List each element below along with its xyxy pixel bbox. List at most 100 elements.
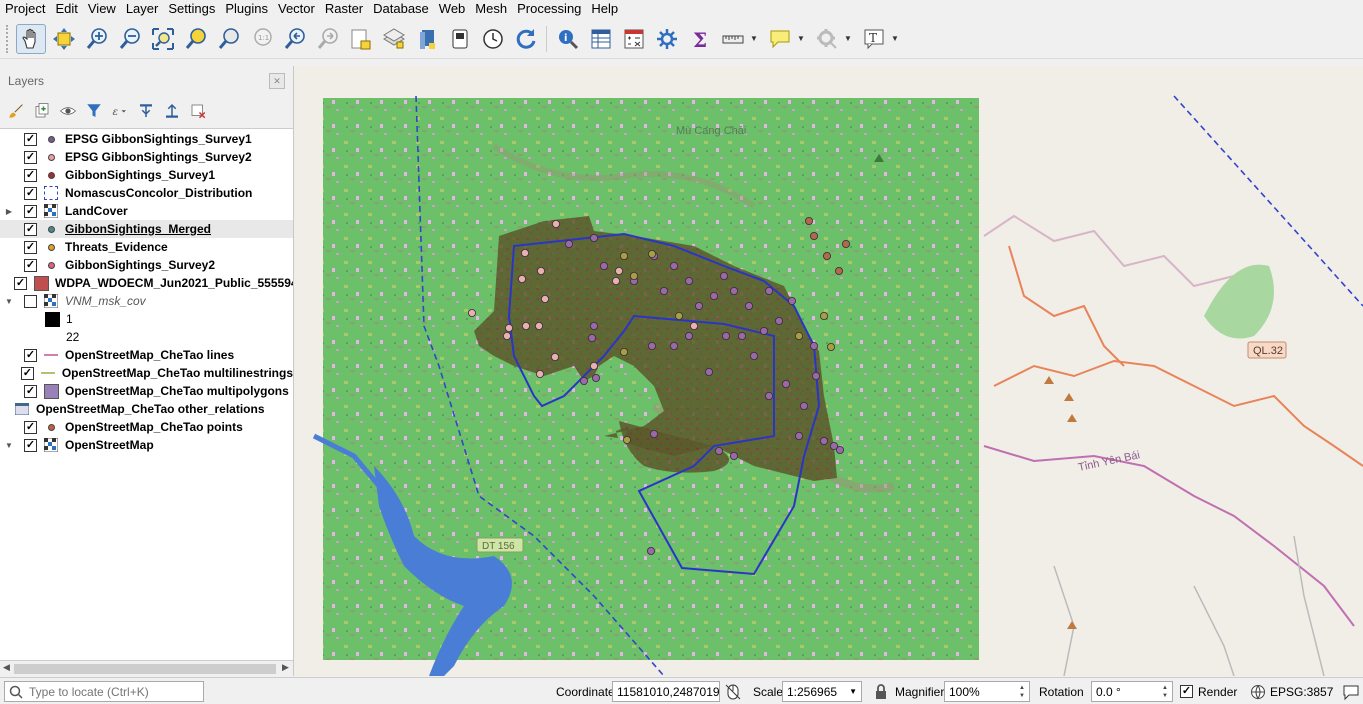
select-dropdown[interactable]: ▼ xyxy=(843,34,853,43)
layer-row[interactable]: ▶ LandCover xyxy=(0,202,293,220)
layer-visibility-checkbox[interactable] xyxy=(14,276,27,290)
layer-row[interactable]: NomascusConcolor_Distribution xyxy=(0,184,293,202)
sighting-point-marker[interactable] xyxy=(614,266,623,275)
menu-vector[interactable]: Vector xyxy=(273,0,320,18)
add-group-button[interactable] xyxy=(32,101,52,121)
sighting-point-marker[interactable] xyxy=(550,352,559,361)
collapse-arrow-icon[interactable]: ▼ xyxy=(4,441,14,450)
new-bookmark-button[interactable] xyxy=(346,24,376,54)
menu-view[interactable]: View xyxy=(83,0,121,18)
sighting-point-marker[interactable] xyxy=(629,271,638,280)
menu-web[interactable]: Web xyxy=(434,0,471,18)
statistics-button[interactable]: Σ xyxy=(685,24,715,54)
sighting-point-marker[interactable] xyxy=(794,431,803,440)
sighting-point-marker[interactable] xyxy=(674,311,683,320)
pan-to-selection-button[interactable] xyxy=(49,24,79,54)
sighting-point-marker[interactable] xyxy=(504,323,513,332)
render-checkbox[interactable] xyxy=(1180,685,1193,698)
sighting-point-marker[interactable] xyxy=(564,239,573,248)
sighting-point-marker[interactable] xyxy=(669,261,678,270)
sighting-point-marker[interactable] xyxy=(744,301,753,310)
menu-settings[interactable]: Settings xyxy=(163,0,220,18)
rotation-spinbox[interactable]: 0.0 ° ▲ ▼ xyxy=(1091,681,1173,702)
menu-layer[interactable]: Layer xyxy=(121,0,164,18)
measure-button[interactable] xyxy=(718,24,748,54)
sighting-point-marker[interactable] xyxy=(721,331,730,340)
scroll-right-icon[interactable]: ▶ xyxy=(282,662,289,673)
sighting-point-marker[interactable] xyxy=(827,342,836,351)
layer-visibility-checkbox[interactable] xyxy=(24,384,37,398)
layer-visibility-checkbox[interactable] xyxy=(24,186,37,200)
sighting-point-marker[interactable] xyxy=(619,347,628,356)
messages-button[interactable] xyxy=(1342,681,1360,702)
zoom-next-button[interactable] xyxy=(313,24,343,54)
sighting-point-marker[interactable] xyxy=(787,296,796,305)
show-bookmarks-button[interactable] xyxy=(379,24,409,54)
sighting-point-marker[interactable] xyxy=(842,239,851,248)
layer-row[interactable]: OpenStreetMap_CheTao multilinestrings xyxy=(0,364,293,382)
layer-row[interactable]: ▼ VNM_msk_cov xyxy=(0,292,293,310)
sighting-point-marker[interactable] xyxy=(774,316,783,325)
layer-visibility-checkbox[interactable] xyxy=(24,348,37,362)
locator-input[interactable] xyxy=(29,684,199,699)
sighting-point-marker[interactable] xyxy=(719,271,728,280)
locator-bar[interactable] xyxy=(4,681,204,702)
filter-by-expression-button[interactable]: ε xyxy=(110,101,130,121)
sighting-point-marker[interactable] xyxy=(729,286,738,295)
sighting-point-marker[interactable] xyxy=(704,367,713,376)
sighting-point-marker[interactable] xyxy=(599,261,608,270)
legend-item[interactable]: 1 xyxy=(0,310,293,328)
layer-row[interactable]: ▼ OpenStreetMap xyxy=(0,436,293,454)
layer-visibility-checkbox[interactable] xyxy=(24,222,37,236)
annotation-button[interactable] xyxy=(765,24,795,54)
sighting-point-marker[interactable] xyxy=(520,248,529,257)
sighting-point-marker[interactable] xyxy=(649,429,658,438)
layer-row[interactable]: OpenStreetMap_CheTao other_relations xyxy=(0,400,293,418)
sighting-point-marker[interactable] xyxy=(619,251,628,260)
scroll-left-icon[interactable]: ◀ xyxy=(3,662,10,673)
map-tips-button[interactable] xyxy=(445,24,475,54)
sighting-point-marker[interactable] xyxy=(647,249,656,258)
scale-combobox[interactable]: 1:256965 ▼ xyxy=(782,681,862,702)
spin-arrows-icon[interactable]: ▲ ▼ xyxy=(1019,684,1025,700)
sighting-point-marker[interactable] xyxy=(684,276,693,285)
clock-button[interactable] xyxy=(478,24,508,54)
sighting-point-marker[interactable] xyxy=(551,219,560,228)
layer-row[interactable]: EPSG GibbonSightings_Survey2 xyxy=(0,148,293,166)
layer-row[interactable]: Threats_Evidence xyxy=(0,238,293,256)
menu-raster[interactable]: Raster xyxy=(320,0,368,18)
sighting-point-marker[interactable] xyxy=(749,351,758,360)
sighting-point-marker[interactable] xyxy=(709,291,718,300)
sighting-point-marker[interactable] xyxy=(467,308,476,317)
zoom-to-selection-button[interactable] xyxy=(181,24,211,54)
filter-legend-button[interactable] xyxy=(84,101,104,121)
zoom-full-button[interactable] xyxy=(148,24,178,54)
expand-all-button[interactable] xyxy=(136,101,156,121)
sighting-point-marker[interactable] xyxy=(729,451,738,460)
map-render[interactable]: Mù Cang Chải QL.32 Tỉnh Yên Bái DT 156 xyxy=(294,66,1363,676)
zoom-in-button[interactable] xyxy=(82,24,112,54)
layer-visibility-checkbox[interactable] xyxy=(24,204,37,218)
temporal-controller-button[interactable] xyxy=(412,24,442,54)
menu-edit[interactable]: Edit xyxy=(50,0,82,18)
sighting-point-marker[interactable] xyxy=(659,286,668,295)
crs-button[interactable]: EPSG:3857 xyxy=(1250,681,1333,702)
sighting-point-marker[interactable] xyxy=(794,331,803,340)
sighting-point-marker[interactable] xyxy=(534,321,543,330)
sighting-point-marker[interactable] xyxy=(517,274,526,283)
layer-row[interactable]: GibbonSightings_Survey1 xyxy=(0,166,293,184)
sighting-point-marker[interactable] xyxy=(810,341,819,350)
sighting-point-marker[interactable] xyxy=(589,321,598,330)
layer-row[interactable]: GibbonSightings_Survey2 xyxy=(0,256,293,274)
sighting-point-marker[interactable] xyxy=(812,371,821,380)
remove-layer-button[interactable] xyxy=(188,101,208,121)
sighting-point-marker[interactable] xyxy=(647,341,656,350)
layer-row[interactable]: WDPA_WDOECM_Jun2021_Public_555594 xyxy=(0,274,293,292)
attribute-table-button[interactable] xyxy=(586,24,616,54)
pan-button[interactable] xyxy=(15,23,46,54)
sighting-point-marker[interactable] xyxy=(820,436,829,445)
lock-scale-button[interactable] xyxy=(874,681,888,702)
layer-row[interactable]: EPSG GibbonSightings_Survey1 xyxy=(0,130,293,148)
collapse-all-button[interactable] xyxy=(162,101,182,121)
layer-visibility-checkbox[interactable] xyxy=(20,366,34,380)
